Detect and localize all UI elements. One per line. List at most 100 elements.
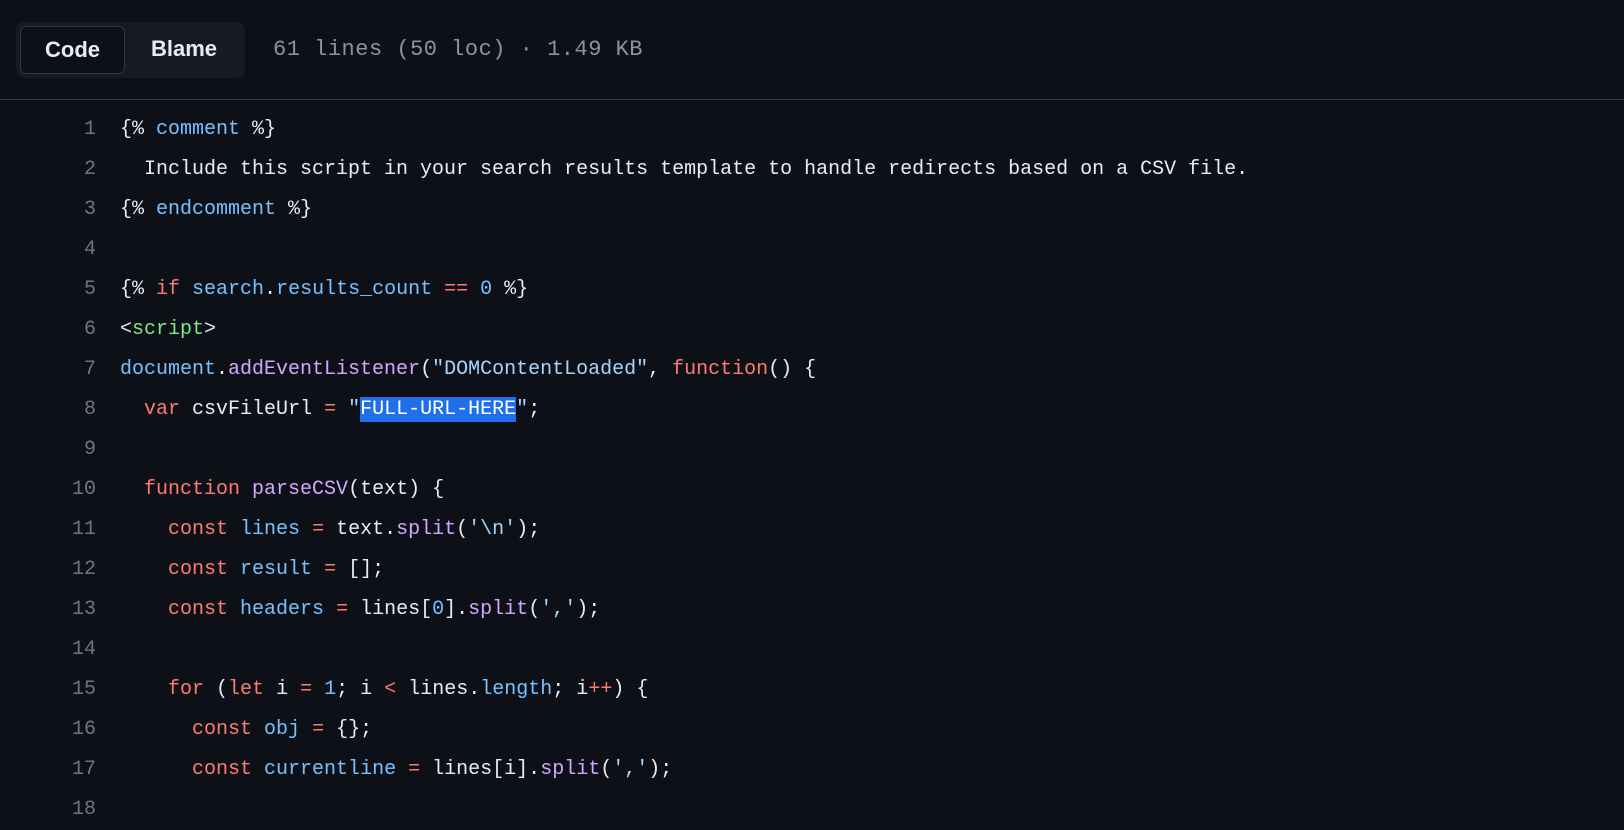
code-token: '\n' xyxy=(468,518,516,541)
code-content[interactable]: {% comment %} Include this script in you… xyxy=(120,110,1624,830)
code-token xyxy=(372,678,384,701)
code-token xyxy=(228,598,240,621)
code-token: addEventListener xyxy=(228,358,420,381)
line-number[interactable]: 15 xyxy=(0,670,96,710)
code-token xyxy=(300,718,312,741)
code-line: const currentline = lines[i].split(','); xyxy=(120,750,1624,790)
code-token: i xyxy=(576,678,588,701)
code-token: split xyxy=(468,598,528,621)
code-token xyxy=(120,558,168,581)
code-token: %} xyxy=(492,278,528,301)
line-number[interactable]: 9 xyxy=(0,430,96,470)
code-token: > xyxy=(204,318,216,341)
code-token: = xyxy=(324,558,336,581)
code-token: lines xyxy=(432,758,492,781)
line-number[interactable]: 10 xyxy=(0,470,96,510)
line-number[interactable]: 8 xyxy=(0,390,96,430)
code-line: function parseCSV(text) { xyxy=(120,470,1624,510)
line-number[interactable]: 18 xyxy=(0,790,96,830)
code-token: const xyxy=(168,558,228,581)
code-token: headers xyxy=(240,598,324,621)
code-token xyxy=(468,278,480,301)
code-token xyxy=(432,278,444,301)
line-number[interactable]: 2 xyxy=(0,150,96,190)
line-number[interactable]: 3 xyxy=(0,190,96,230)
code-token: 0 xyxy=(480,278,492,301)
code-token xyxy=(348,598,360,621)
code-token: function xyxy=(144,478,240,501)
line-number[interactable]: 12 xyxy=(0,550,96,590)
code-token xyxy=(312,398,324,421)
code-token xyxy=(324,518,336,541)
code-token: %} xyxy=(276,198,312,221)
code-token: i xyxy=(360,678,372,701)
code-line: var csvFileUrl = "FULL-URL-HERE"; xyxy=(120,390,1624,430)
code-token: split xyxy=(396,518,456,541)
code-line: {% endcomment %} xyxy=(120,190,1624,230)
code-token xyxy=(228,558,240,581)
code-line xyxy=(120,630,1624,670)
code-area: 123456789101112131415161718 {% comment %… xyxy=(0,100,1624,830)
code-token: ) { xyxy=(612,678,648,701)
code-token: results_count xyxy=(276,278,432,301)
code-token: ( xyxy=(204,678,228,701)
line-number[interactable]: 1 xyxy=(0,110,96,150)
code-token: {}; xyxy=(324,718,372,741)
code-token: i xyxy=(504,758,516,781)
code-token: lines xyxy=(408,678,468,701)
code-token: {% xyxy=(120,198,156,221)
code-token: ]. xyxy=(444,598,468,621)
code-token: FULL-URL-HERE xyxy=(360,397,516,422)
code-token: document xyxy=(120,358,216,381)
line-number[interactable]: 11 xyxy=(0,510,96,550)
code-token xyxy=(240,478,252,501)
code-token: i xyxy=(276,678,288,701)
code-token: result xyxy=(240,558,312,581)
code-token: {% xyxy=(120,118,156,141)
line-number[interactable]: 7 xyxy=(0,350,96,390)
code-token: ); xyxy=(516,518,540,541)
line-number[interactable]: 5 xyxy=(0,270,96,310)
code-token: < xyxy=(120,318,132,341)
code-token: const xyxy=(168,518,228,541)
file-header: Code Blame 61 lines (50 loc) · 1.49 KB xyxy=(0,0,1624,100)
line-number[interactable]: 13 xyxy=(0,590,96,630)
tab-blame[interactable]: Blame xyxy=(127,26,241,74)
code-token xyxy=(180,278,192,301)
code-token: ++ xyxy=(588,678,612,701)
line-number[interactable]: 17 xyxy=(0,750,96,790)
code-token: lines xyxy=(360,598,420,621)
code-token: split xyxy=(540,758,600,781)
code-token: = xyxy=(324,398,336,421)
code-token: lines xyxy=(240,518,300,541)
code-token xyxy=(312,558,324,581)
code-token: text xyxy=(360,478,408,501)
code-line: {% comment %} xyxy=(120,110,1624,150)
code-token: search xyxy=(192,278,264,301)
code-token xyxy=(300,518,312,541)
code-line: for (let i = 1; i < lines.length; i++) { xyxy=(120,670,1624,710)
file-info: 61 lines (50 loc) · 1.49 KB xyxy=(273,37,643,62)
line-number[interactable]: 4 xyxy=(0,230,96,270)
line-number[interactable]: 14 xyxy=(0,630,96,670)
code-token: ) { xyxy=(408,478,444,501)
code-token xyxy=(120,518,168,541)
code-token xyxy=(120,678,168,701)
code-token: ); xyxy=(648,758,672,781)
code-token: " xyxy=(348,398,360,421)
code-token: 1 xyxy=(324,678,336,701)
line-number[interactable]: 16 xyxy=(0,710,96,750)
code-token: {% xyxy=(120,278,156,301)
code-token: ( xyxy=(420,358,432,381)
code-token xyxy=(252,718,264,741)
code-token: ; xyxy=(336,678,360,701)
code-token xyxy=(336,398,348,421)
line-number-gutter: 123456789101112131415161718 xyxy=(0,110,120,830)
code-token xyxy=(312,678,324,701)
code-token: [ xyxy=(492,758,504,781)
code-token xyxy=(120,758,192,781)
code-token: csvFileUrl xyxy=(192,398,312,421)
tab-code[interactable]: Code xyxy=(20,26,125,74)
code-token: " xyxy=(516,398,528,421)
line-number[interactable]: 6 xyxy=(0,310,96,350)
